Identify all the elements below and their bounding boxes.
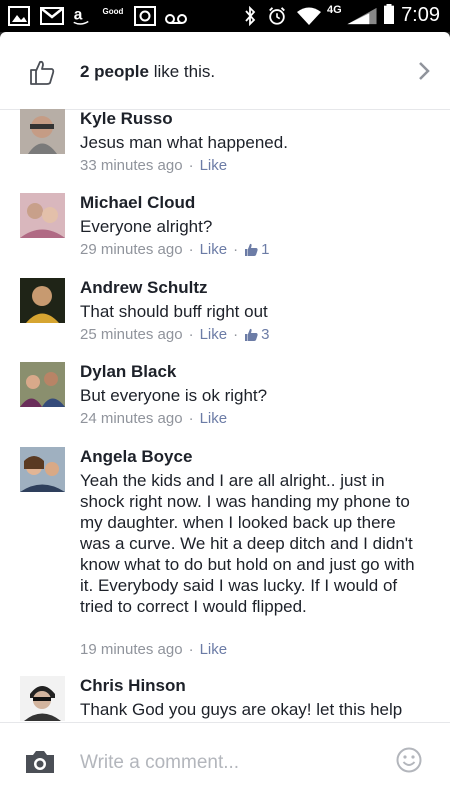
bluetooth-icon [245, 6, 256, 26]
comment-text: But everyone is ok right? [80, 386, 268, 405]
separator-dot: · [233, 326, 239, 343]
voicemail-icon [165, 14, 187, 24]
comment-meta: 19 minutes ago · Like [80, 641, 227, 659]
reaction-count-value: 3 [261, 326, 270, 343]
good-app-label: Good [102, 7, 124, 16]
status-bar: a Good 4G 7:09 [0, 0, 450, 32]
comment-meta: 25 minutes ago · Like · 3 [80, 326, 269, 344]
commenter-name[interactable]: Angela Boyce [80, 447, 192, 467]
signal-icon [347, 7, 377, 25]
comment-text: Jesus man what happened. [80, 133, 288, 152]
avatar[interactable] [20, 447, 65, 492]
comment-text: Yeah the kids and I are all alright.. ju… [80, 471, 415, 616]
comment-text: That should buff right out [80, 302, 268, 321]
separator-dot: · [188, 326, 194, 343]
reaction-count[interactable]: 3 [244, 326, 269, 343]
separator-dot: · [188, 641, 194, 658]
comment-input[interactable]: Write a comment... [80, 752, 239, 774]
comment-item: Dylan Black But everyone is ok right? 24… [0, 362, 450, 442]
comment-meta: 33 minutes ago · Like [80, 157, 227, 175]
comment-item: Michael Cloud Everyone alright? 29 minut… [0, 193, 450, 273]
screenshot-icon [134, 6, 156, 26]
wifi-icon [297, 7, 321, 25]
chevron-right-icon[interactable] [418, 61, 430, 81]
comment-item: Kyle Russo Jesus man what happened. 33 m… [0, 109, 450, 189]
comment-text: Thank God you guys are okay! let this he… [80, 700, 403, 719]
avatar[interactable] [20, 193, 65, 238]
separator-dot: · [188, 410, 194, 427]
camera-icon[interactable] [24, 749, 56, 775]
separator-dot: · [188, 157, 194, 174]
avatar[interactable] [20, 278, 65, 323]
avatar[interactable] [20, 676, 65, 721]
gallery-notification-icon [8, 6, 30, 26]
comment-item: Andrew Schultz That should buff right ou… [0, 278, 450, 358]
network-type: 4G [327, 4, 342, 24]
separator-dot: · [233, 241, 239, 258]
like-button[interactable]: Like [200, 641, 228, 658]
comment-meta: 24 minutes ago · Like [80, 410, 227, 428]
likes-summary[interactable]: 2 people like this. [0, 32, 450, 110]
comments-sheet: 2 people like this. Kyle Russo Jesus man… [0, 32, 450, 800]
comment-meta: 29 minutes ago · Like · 1 [80, 241, 269, 259]
amazon-icon: a [73, 7, 89, 25]
like-button[interactable]: Like [200, 326, 228, 343]
commenter-name[interactable]: Dylan Black [80, 362, 176, 382]
reaction-count[interactable]: 1 [244, 241, 269, 258]
gmail-icon [40, 7, 64, 25]
likes-suffix: like this. [148, 62, 216, 81]
like-button[interactable]: Like [200, 241, 228, 258]
comment-time: 24 minutes ago [80, 410, 183, 427]
comment-composer: Write a comment... [0, 722, 450, 800]
comment-time: 33 minutes ago [80, 157, 183, 174]
battery-icon [384, 4, 394, 24]
comment-text: Everyone alright? [80, 217, 213, 236]
mini-thumbs-up-icon [245, 328, 258, 341]
comment-item: Angela Boyce Yeah the kids and I are all… [0, 447, 450, 667]
network-label: 4G [327, 4, 342, 16]
likes-count-text: 2 people like this. [80, 62, 215, 82]
avatar[interactable] [20, 362, 65, 407]
separator-dot: · [188, 241, 194, 258]
likes-count: 2 people [80, 62, 149, 81]
comment-time: 29 minutes ago [80, 241, 183, 258]
commenter-name[interactable]: Michael Cloud [80, 193, 195, 213]
like-button[interactable]: Like [200, 410, 228, 427]
like-button[interactable]: Like [200, 157, 228, 174]
avatar[interactable] [20, 109, 65, 154]
comment-item: Chris Hinson Thank God you guys are okay… [0, 676, 450, 722]
alarm-icon [269, 7, 285, 25]
comment-time: 19 minutes ago [80, 641, 183, 658]
commenter-name[interactable]: Andrew Schultz [80, 278, 208, 298]
mini-thumbs-up-icon [245, 243, 258, 256]
commenter-name[interactable]: Chris Hinson [80, 676, 186, 696]
clock: 7:09 [401, 4, 440, 26]
thumbs-up-icon [30, 60, 55, 85]
smiley-icon[interactable] [396, 747, 422, 773]
svg-text:a: a [74, 7, 83, 24]
commenter-name[interactable]: Kyle Russo [80, 109, 173, 129]
reaction-count-value: 1 [261, 241, 270, 258]
comment-time: 25 minutes ago [80, 326, 183, 343]
good-app-icon: Good [100, 7, 126, 25]
